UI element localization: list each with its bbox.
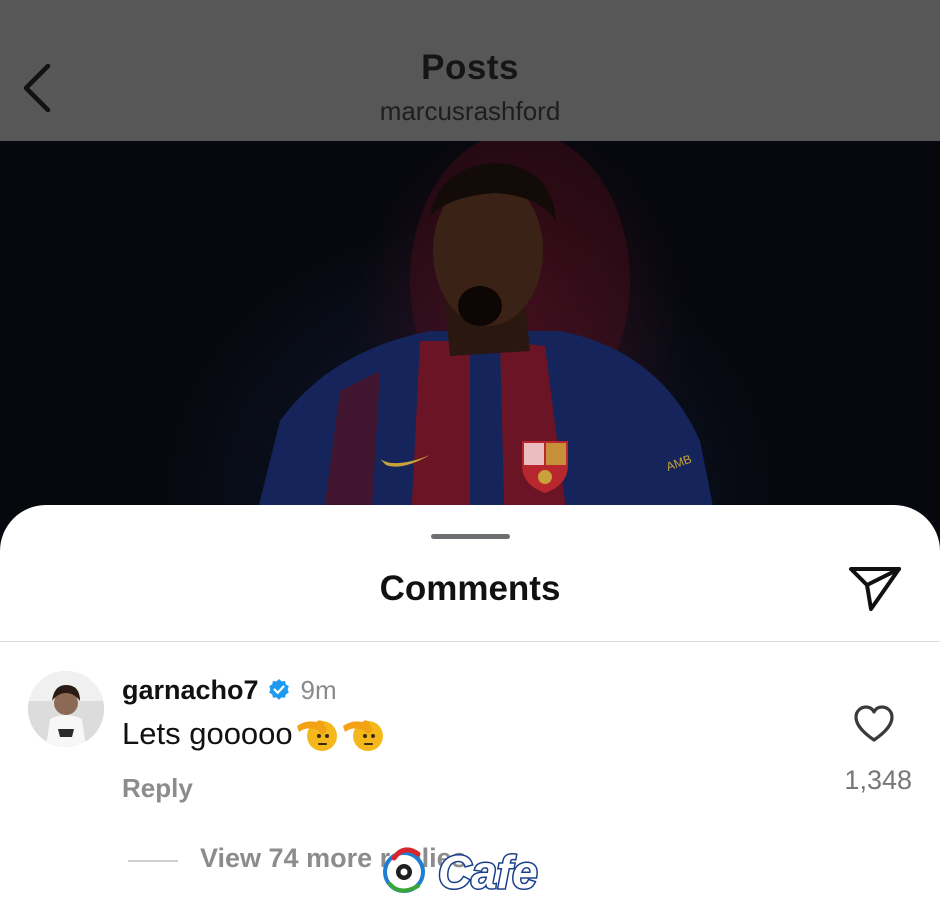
comment-header: garnacho7 9m <box>122 673 337 707</box>
sheet-divider <box>0 641 940 642</box>
heart-outline-icon[interactable] <box>853 704 895 744</box>
comment-username[interactable]: garnacho7 <box>122 675 259 706</box>
comment-timestamp: 9m <box>300 674 337 705</box>
like-count: 1,348 <box>844 765 912 795</box>
sheet-grabber[interactable] <box>431 534 510 539</box>
saluting-face-icon <box>342 720 383 751</box>
view-more-replies-button[interactable]: View 74 more replies <box>200 843 467 874</box>
page-title: Posts <box>421 48 519 87</box>
avatar[interactable] <box>28 671 104 747</box>
comment-text: Lets gooooo <box>122 716 293 751</box>
saluting-face-icon <box>296 720 337 751</box>
verified-badge-icon <box>268 679 289 700</box>
paper-plane-icon[interactable] <box>847 563 903 613</box>
account-name: marcusrashford <box>379 96 561 126</box>
comments-title: Comments <box>379 569 561 608</box>
replies-divider-line <box>128 860 178 862</box>
instagram-post-screen: Posts marcusrashford AMB Comments garnac… <box>0 0 940 904</box>
comment-body: Lets gooooo <box>122 714 385 754</box>
post-photo[interactable]: AMB <box>0 141 940 541</box>
reply-button[interactable]: Reply <box>122 773 193 804</box>
comments-sheet: Comments garnacho7 9m Lets gooooo Reply … <box>0 505 940 904</box>
top-header: Posts marcusrashford <box>0 0 940 141</box>
